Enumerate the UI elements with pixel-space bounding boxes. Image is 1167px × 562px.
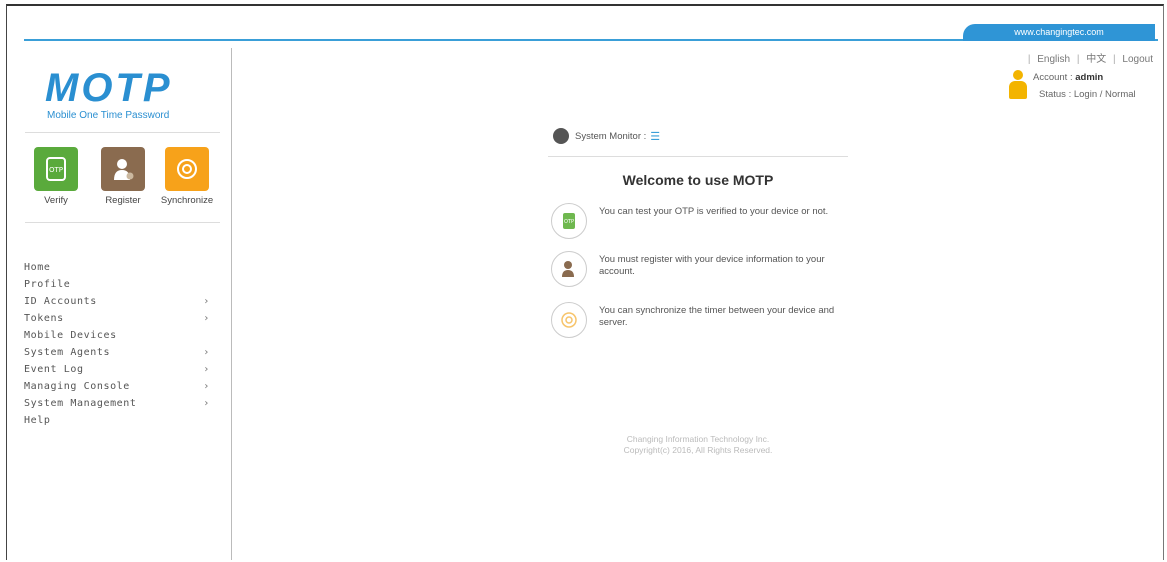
monitor-divider (548, 156, 848, 157)
feature-verify-text: You can test your OTP is verified to you… (599, 206, 829, 217)
sync-icon (165, 147, 209, 191)
register-label: Register (105, 195, 141, 206)
chevron-right-icon: › (204, 347, 209, 358)
user-register-icon (101, 147, 145, 191)
sidebar-item-managing-console[interactable]: Managing Console › (24, 378, 214, 395)
chinese-link[interactable]: 中文 (1086, 54, 1106, 65)
logo-wordmark: MOTP (45, 66, 173, 110)
chevron-right-icon: › (204, 398, 209, 409)
sidebar-divider (231, 48, 232, 560)
user-register-icon (551, 251, 587, 287)
sidebar-divider-top (25, 132, 220, 133)
sidebar-item-event-log[interactable]: Event Log › (24, 361, 214, 378)
sidebar-divider-bottom (25, 222, 220, 223)
site-url[interactable]: www.changingtec.com (963, 24, 1155, 41)
system-monitor: System Monitor : ☰ (553, 128, 660, 144)
synchronize-action[interactable]: Synchronize (156, 147, 218, 206)
logo-tagline: Mobile One Time Password (47, 110, 170, 121)
sidebar-item-system-management[interactable]: System Management › (24, 395, 214, 412)
otp-phone-icon: OTP (34, 147, 78, 191)
status-value: Login / Normal (1073, 89, 1136, 100)
sidebar-item-system-agents[interactable]: System Agents › (24, 344, 214, 361)
account-info: Account : admin Status : Login / Normal (1009, 70, 1159, 105)
sidebar-item-mobile-devices[interactable]: Mobile Devices (24, 327, 214, 344)
logout-link[interactable]: Logout (1122, 54, 1153, 65)
chevron-right-icon: › (204, 381, 209, 392)
verify-action[interactable]: OTP Verify (34, 147, 78, 206)
footer-company: Changing Information Technology Inc. (626, 434, 770, 444)
logo[interactable]: MOTP Mobile One Time Password (45, 66, 210, 121)
register-action[interactable]: Register (98, 147, 148, 206)
svg-text:OTP: OTP (564, 219, 574, 225)
sidebar-item-tokens[interactable]: Tokens › (24, 310, 214, 327)
english-link[interactable]: English (1037, 54, 1070, 65)
sidebar-menu: Home Profile ID Accounts › Tokens › Mobile… (24, 259, 214, 429)
sidebar-item-profile[interactable]: Profile (24, 276, 214, 293)
sidebar-item-help[interactable]: Help (24, 412, 214, 429)
user-icon (1009, 70, 1027, 100)
menu-icon[interactable]: ☰ (650, 130, 660, 143)
account-label: Account : (1033, 72, 1073, 83)
feature-sync-text: You can synchronize the timer between yo… (599, 305, 835, 328)
account-value: admin (1075, 72, 1104, 83)
monitor-status-icon (553, 128, 569, 144)
chevron-right-icon: › (204, 313, 209, 324)
feature-register: You must register with your device infor… (551, 251, 851, 291)
sidebar-item-id-accounts[interactable]: ID Accounts › (24, 293, 214, 310)
welcome-title: Welcome to use MOTP (622, 172, 774, 188)
top-nav: | English | 中文 | Logout (1027, 54, 1153, 65)
synchronize-label: Synchronize (160, 195, 214, 206)
sync-icon (551, 302, 587, 338)
chevron-right-icon: › (204, 296, 209, 307)
verify-label: Verify (44, 195, 68, 206)
status-label: Status : (1039, 89, 1072, 100)
footer: Changing Information Technology Inc. Cop… (548, 434, 848, 456)
footer-copyright: Copyright(c) 2016, All Rights Reserved. (623, 445, 773, 455)
svg-text:OTP: OTP (49, 166, 63, 174)
feature-register-text: You must register with your device infor… (599, 254, 825, 277)
feature-verify: OTP You can test your OTP is verified to… (551, 203, 851, 243)
feature-sync: You can synchronize the timer between yo… (551, 302, 851, 342)
chevron-right-icon: › (204, 364, 209, 375)
otp-phone-icon: OTP (551, 203, 587, 239)
monitor-label: System Monitor : (575, 130, 647, 142)
sidebar-item-home[interactable]: Home (24, 259, 214, 276)
